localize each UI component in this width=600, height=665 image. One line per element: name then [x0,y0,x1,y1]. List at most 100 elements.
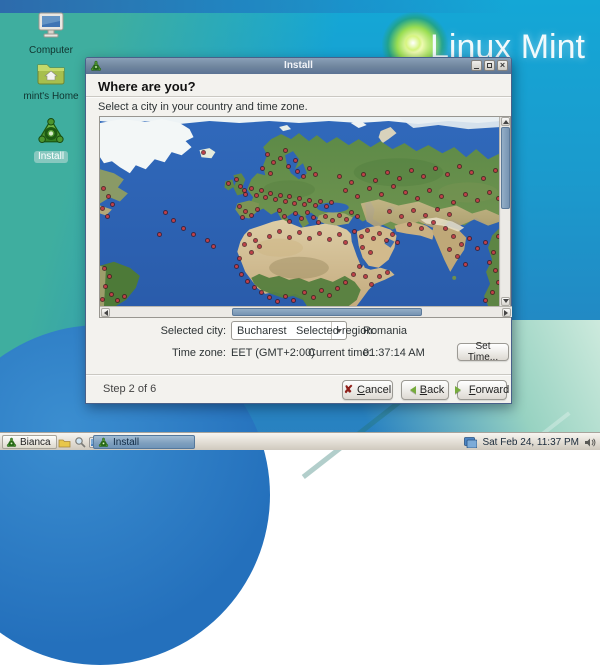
city-marker[interactable] [448,248,451,251]
city-marker[interactable] [241,216,244,219]
city-marker[interactable] [314,173,317,176]
scroll-right-button[interactable] [502,308,511,317]
city-marker[interactable] [422,175,425,178]
city-marker[interactable] [212,245,215,248]
city-marker[interactable] [410,169,413,172]
city-marker[interactable] [356,195,359,198]
city-marker[interactable] [444,227,447,230]
city-marker[interactable] [256,208,259,211]
city-marker[interactable] [386,271,389,274]
city-marker[interactable] [318,232,321,235]
city-marker[interactable] [312,216,315,219]
city-marker[interactable] [368,187,371,190]
city-marker[interactable] [298,197,301,200]
city-marker[interactable] [253,286,256,289]
city-marker[interactable] [344,241,347,244]
city-marker[interactable] [328,294,331,297]
city-marker[interactable] [484,299,487,302]
city-marker[interactable] [452,235,455,238]
city-marker[interactable] [364,275,367,278]
city-marker[interactable] [294,159,297,162]
city-marker[interactable] [440,195,443,198]
city-marker[interactable] [314,204,317,207]
taskbar-task-install[interactable]: Install [93,435,195,449]
menu-button[interactable]: Bianca [2,435,57,449]
city-marker[interactable] [350,211,353,214]
city-marker[interactable] [238,257,241,260]
city-marker[interactable] [476,199,479,202]
city-marker[interactable] [292,299,295,302]
back-button[interactable]: Back [401,380,449,400]
window-titlebar[interactable]: Install × [86,58,511,74]
city-marker[interactable] [244,210,247,213]
city-marker[interactable] [456,255,459,258]
maximize-button[interactable] [484,60,495,71]
city-marker[interactable] [103,267,106,270]
city-marker[interactable] [243,243,246,246]
city-marker[interactable] [436,208,439,211]
city-marker[interactable] [240,273,243,276]
search-icon[interactable] [74,436,86,448]
city-marker[interactable] [303,203,306,206]
city-marker[interactable] [378,275,381,278]
city-marker[interactable] [158,233,161,236]
set-time-button[interactable]: Set Time... [457,343,509,361]
vertical-scroll-thumb[interactable] [501,127,510,209]
city-marker[interactable] [494,169,497,172]
city-marker[interactable] [294,212,297,215]
city-marker[interactable] [325,205,328,208]
city-marker[interactable] [369,251,372,254]
city-marker[interactable] [464,263,467,266]
city-marker[interactable] [336,287,339,290]
city-marker[interactable] [468,237,471,240]
city-marker[interactable] [404,191,407,194]
city-marker[interactable] [412,209,415,212]
map-horizontal-scrollbar[interactable] [100,306,512,317]
desktop-icon-home[interactable]: mint's Home [15,60,87,102]
city-marker[interactable] [106,215,109,218]
city-marker[interactable] [264,196,267,199]
city-marker[interactable] [101,298,104,301]
city-marker[interactable] [484,241,487,244]
city-marker[interactable] [227,182,230,185]
cancel-button[interactable]: ✘Cancel [342,380,393,400]
city-marker[interactable] [338,175,341,178]
city-marker[interactable] [400,215,403,218]
city-marker[interactable] [320,289,323,292]
scroll-up-button[interactable] [501,117,510,126]
city-marker[interactable] [268,296,271,299]
city-marker[interactable] [269,172,272,175]
city-marker[interactable] [366,229,369,232]
city-marker[interactable] [338,233,341,236]
city-marker[interactable] [352,273,355,276]
city-marker[interactable] [388,210,391,213]
city-marker[interactable] [317,221,320,224]
city-marker[interactable] [276,300,279,303]
city-marker[interactable] [308,237,311,240]
map-vertical-scrollbar[interactable] [501,117,510,306]
city-marker[interactable] [288,236,291,239]
city-marker[interactable] [235,178,238,181]
city-marker[interactable] [284,149,287,152]
city-marker[interactable] [408,223,411,226]
city-marker[interactable] [319,200,322,203]
city-marker[interactable] [274,198,277,201]
city-marker[interactable] [396,241,399,244]
city-marker[interactable] [246,280,249,283]
city-marker[interactable] [235,265,238,268]
files-icon[interactable] [58,437,71,448]
city-marker[interactable] [460,243,463,246]
city-marker[interactable] [370,283,373,286]
city-marker[interactable] [494,269,497,272]
city-marker[interactable] [111,203,114,206]
city-marker[interactable] [258,245,261,248]
city-marker[interactable] [358,265,361,268]
city-marker[interactable] [448,213,451,216]
city-marker[interactable] [288,195,291,198]
city-marker[interactable] [288,220,291,223]
city-marker[interactable] [344,281,347,284]
city-marker[interactable] [488,261,491,264]
city-marker[interactable] [260,291,263,294]
city-marker[interactable] [284,295,287,298]
city-marker[interactable] [328,238,331,241]
